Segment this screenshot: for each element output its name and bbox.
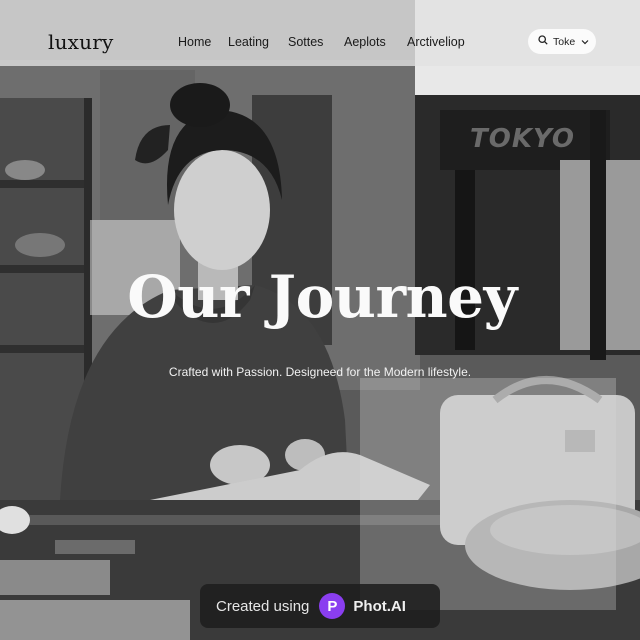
chevron-down-icon [581,36,589,48]
nav-link-home[interactable]: Home [178,35,228,49]
watermark-logo-letter: P [327,597,338,615]
hero-subtitle: Crafted with Passion. Designeed for the … [168,365,472,379]
tokyo-sign-text: TOKYO [470,124,575,154]
nav-link-leating[interactable]: Leating [228,35,288,49]
watermark-brand: Phot.AI [353,597,406,615]
hero-title: Our Journey [127,263,517,331]
main-nav: Home Leating Sottes Aeplots Arctiveliop [178,35,467,49]
nav-link-sottes[interactable]: Sottes [288,35,344,49]
watermark-text: Created using [216,597,310,615]
search-dropdown[interactable]: Toke [528,29,596,54]
photai-logo-icon: P [319,593,346,619]
watermark-badge: Created using P Phot.AI [200,584,440,628]
tokyo-sign: TOKYO [470,124,575,154]
nav-link-arctiveliop[interactable]: Arctiveliop [407,35,467,49]
brand-logo[interactable]: luxury [48,30,114,54]
nav-link-aeplots[interactable]: Aeplots [344,35,407,49]
overlay-panel [360,378,616,610]
top-navigation-bar: luxury Home Leating Sottes Aeplots Arcti… [0,0,640,66]
search-label: Toke [553,35,576,48]
search-icon [538,35,548,48]
